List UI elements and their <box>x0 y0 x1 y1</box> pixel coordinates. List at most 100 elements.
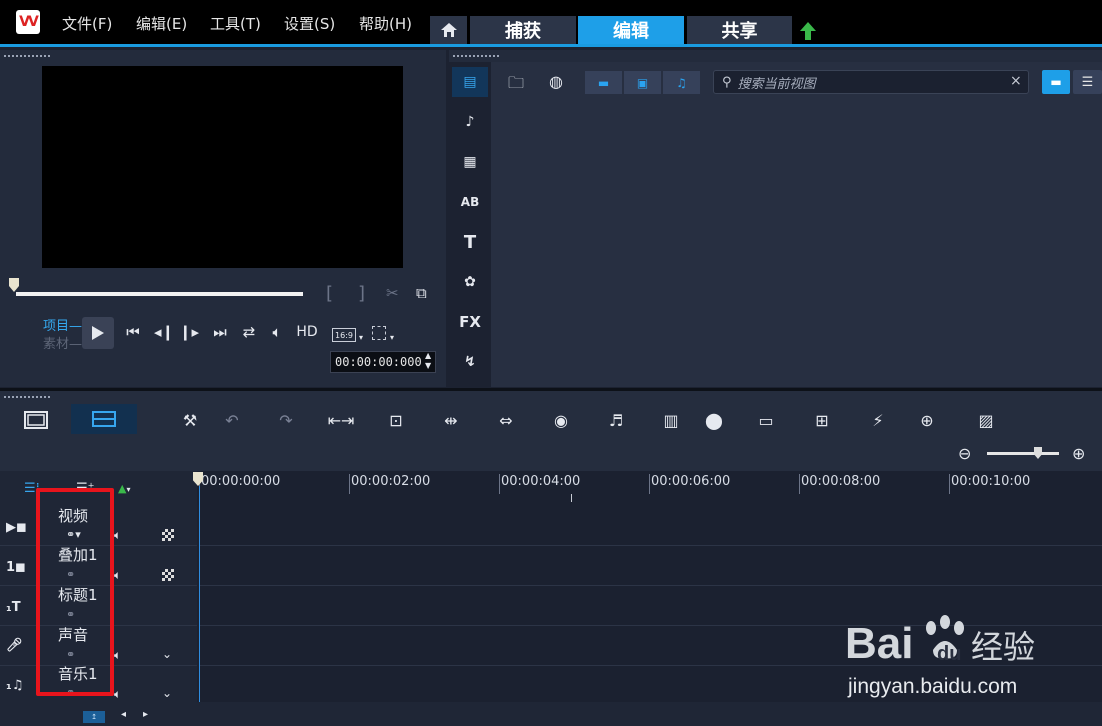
menu-tools[interactable]: 工具(T) <box>210 13 261 34</box>
voice-track-icon[interactable]: 🎤︎ <box>6 638 23 653</box>
record-icon[interactable]: ◉ <box>547 406 575 434</box>
tools-icon[interactable]: ⚒ <box>176 406 204 434</box>
audio-mixer-icon[interactable]: ♬ <box>602 406 630 434</box>
scrub-handle[interactable] <box>9 278 19 292</box>
transparency-icon[interactable] <box>162 569 174 581</box>
panel-grip[interactable] <box>4 55 50 58</box>
filter-icon[interactable]: FX <box>452 307 488 337</box>
graphics-icon[interactable]: ✿ <box>452 267 488 297</box>
instant-project-icon[interactable]: ♪ <box>452 107 488 137</box>
music-track-icon[interactable]: ₁♫ <box>6 678 23 693</box>
menu-file[interactable]: 文件(F) <box>62 13 112 34</box>
svg-text:经验: 经验 <box>971 628 1035 666</box>
repeat-icon[interactable]: ⇄ <box>239 322 259 342</box>
transparency-icon[interactable] <box>162 529 174 541</box>
mask-icon[interactable]: ▨ <box>972 406 1000 434</box>
title-icon[interactable]: AB <box>452 187 488 217</box>
zoom-out-icon[interactable]: ⊖ <box>958 444 971 463</box>
tab-share[interactable]: 共享 <box>687 16 792 44</box>
split-icon[interactable]: ✂ <box>386 284 399 302</box>
media-icon[interactable]: ▤ <box>452 67 488 97</box>
timecode-stepper[interactable]: ▲ ▼ <box>425 351 431 371</box>
chevron-down-icon[interactable]: ▾ <box>390 333 394 342</box>
video-track-icon[interactable]: ▶◼ <box>6 520 27 535</box>
subtitle-icon[interactable]: ▭ <box>752 406 780 434</box>
tab-edit[interactable]: 编辑 <box>578 16 684 44</box>
resize-icon[interactable]: ⇔ <box>492 406 520 434</box>
expand-chevron-icon[interactable]: ⌄ <box>162 686 172 700</box>
speaker-icon[interactable]: 🔈︎ <box>114 648 121 663</box>
list-view-button[interactable]: ☰ <box>1073 70 1102 94</box>
go-end-icon[interactable]: ⏭ <box>211 322 229 342</box>
fit-timeline-icon[interactable]: ⇤⇥ <box>327 406 355 434</box>
timeline-view-icon[interactable] <box>71 404 137 434</box>
speaker-icon[interactable]: 🔈︎ <box>114 568 121 583</box>
mark-out-icon[interactable]: ] <box>358 283 365 304</box>
menu-settings[interactable]: 设置(S) <box>284 13 335 34</box>
thumbnail-view-button[interactable]: ▬ <box>1042 70 1070 94</box>
trim-icon[interactable]: ⊡ <box>382 406 410 434</box>
ruler-label: 00:00:00:00 <box>201 474 281 489</box>
add-folder-icon[interactable]: 🗀︎ <box>508 72 528 92</box>
split-screen-icon[interactable]: ⊞ <box>808 406 836 434</box>
pan-zoom-icon[interactable]: ⊕ <box>913 406 941 434</box>
mark-in-icon[interactable]: [ <box>326 283 333 304</box>
menu-edit[interactable]: 编辑(E) <box>136 13 187 34</box>
home-button[interactable] <box>430 16 467 44</box>
play-button[interactable] <box>82 317 114 349</box>
panel-grip[interactable] <box>453 55 499 58</box>
scrub-bar[interactable] <box>16 292 303 296</box>
timecode-field[interactable]: 00:00:00:000 <box>330 351 436 373</box>
scroll-left-icon[interactable]: ◂ <box>121 709 126 720</box>
path-icon[interactable]: ↯ <box>452 347 488 377</box>
multi-camera-icon[interactable]: ▥ <box>657 406 685 434</box>
svg-text:Bai: Bai <box>845 619 913 668</box>
volume-icon[interactable]: 🔈︎ <box>267 322 287 342</box>
aspect-ratio-button[interactable]: 16:9 <box>332 328 356 342</box>
playhead-line <box>199 486 200 702</box>
search-input[interactable]: ⚲ 搜索当前视图 <box>713 70 1029 94</box>
title-track-icon[interactable]: ₁T <box>6 600 21 615</box>
expand-chevron-icon[interactable]: ⌄ <box>162 647 172 661</box>
search-placeholder: 搜索当前视图 <box>737 76 816 92</box>
storyboard-view-icon[interactable] <box>18 406 54 434</box>
filter-photo-icon[interactable]: ▣ <box>624 71 661 94</box>
color-grade-icon[interactable]: ⬤ <box>700 406 728 434</box>
chevron-down-icon[interactable]: ▾ <box>359 333 363 342</box>
prev-frame-icon[interactable]: ◂❙ <box>154 322 174 342</box>
speaker-icon[interactable]: 🔈︎ <box>114 528 121 543</box>
undo-icon[interactable]: ↶ <box>218 406 246 434</box>
mode-clip[interactable]: 素材— <box>43 333 82 352</box>
enable-ripple-icon[interactable]: ▲▾ <box>118 482 130 495</box>
hd-toggle[interactable]: HD <box>294 322 320 342</box>
close-icon[interactable]: × <box>1010 73 1022 89</box>
text-icon[interactable]: T <box>452 227 488 257</box>
mode-project-label: 项目 <box>43 319 70 334</box>
next-frame-icon[interactable]: ❙▸ <box>179 322 199 342</box>
split-clip-icon[interactable]: ⇹ <box>437 406 465 434</box>
zoom-in-icon[interactable]: ⊕ <box>1072 444 1085 463</box>
safe-area-icon[interactable] <box>372 326 386 340</box>
motion-tracking-icon[interactable]: ⚡ <box>864 406 892 434</box>
overlay-track-icon[interactable]: 1◼ <box>6 560 26 575</box>
fit-project-button[interactable]: ↥ <box>83 711 105 723</box>
mode-project[interactable]: 项目— <box>43 315 82 334</box>
scroll-right-icon[interactable]: ▸ <box>143 709 148 720</box>
transition-icon[interactable]: ▦ <box>452 147 488 177</box>
zoom-slider[interactable] <box>987 452 1059 455</box>
tab-capture[interactable]: 捕获 <box>470 16 576 44</box>
watermark-logo: Bai du 经验 <box>845 608 1045 674</box>
enlarge-preview-icon[interactable]: ⧉ <box>416 284 427 302</box>
menu-help[interactable]: 帮助(H) <box>359 13 412 34</box>
search-icon: ⚲ <box>722 74 732 90</box>
panel-grip[interactable] <box>4 396 50 399</box>
filter-audio-icon[interactable]: ♫ <box>663 71 700 94</box>
upload-icon[interactable] <box>800 22 816 40</box>
go-start-icon[interactable]: ⏮ <box>124 322 142 342</box>
filter-video-icon[interactable]: ▬ <box>585 71 622 94</box>
redo-icon[interactable]: ↷ <box>272 406 300 434</box>
shutter-icon[interactable]: ◍ <box>549 72 569 91</box>
library-content <box>491 62 1102 387</box>
speaker-icon[interactable]: 🔈︎ <box>114 687 121 702</box>
ruler-label: 00:00:10:00 <box>951 474 1031 489</box>
